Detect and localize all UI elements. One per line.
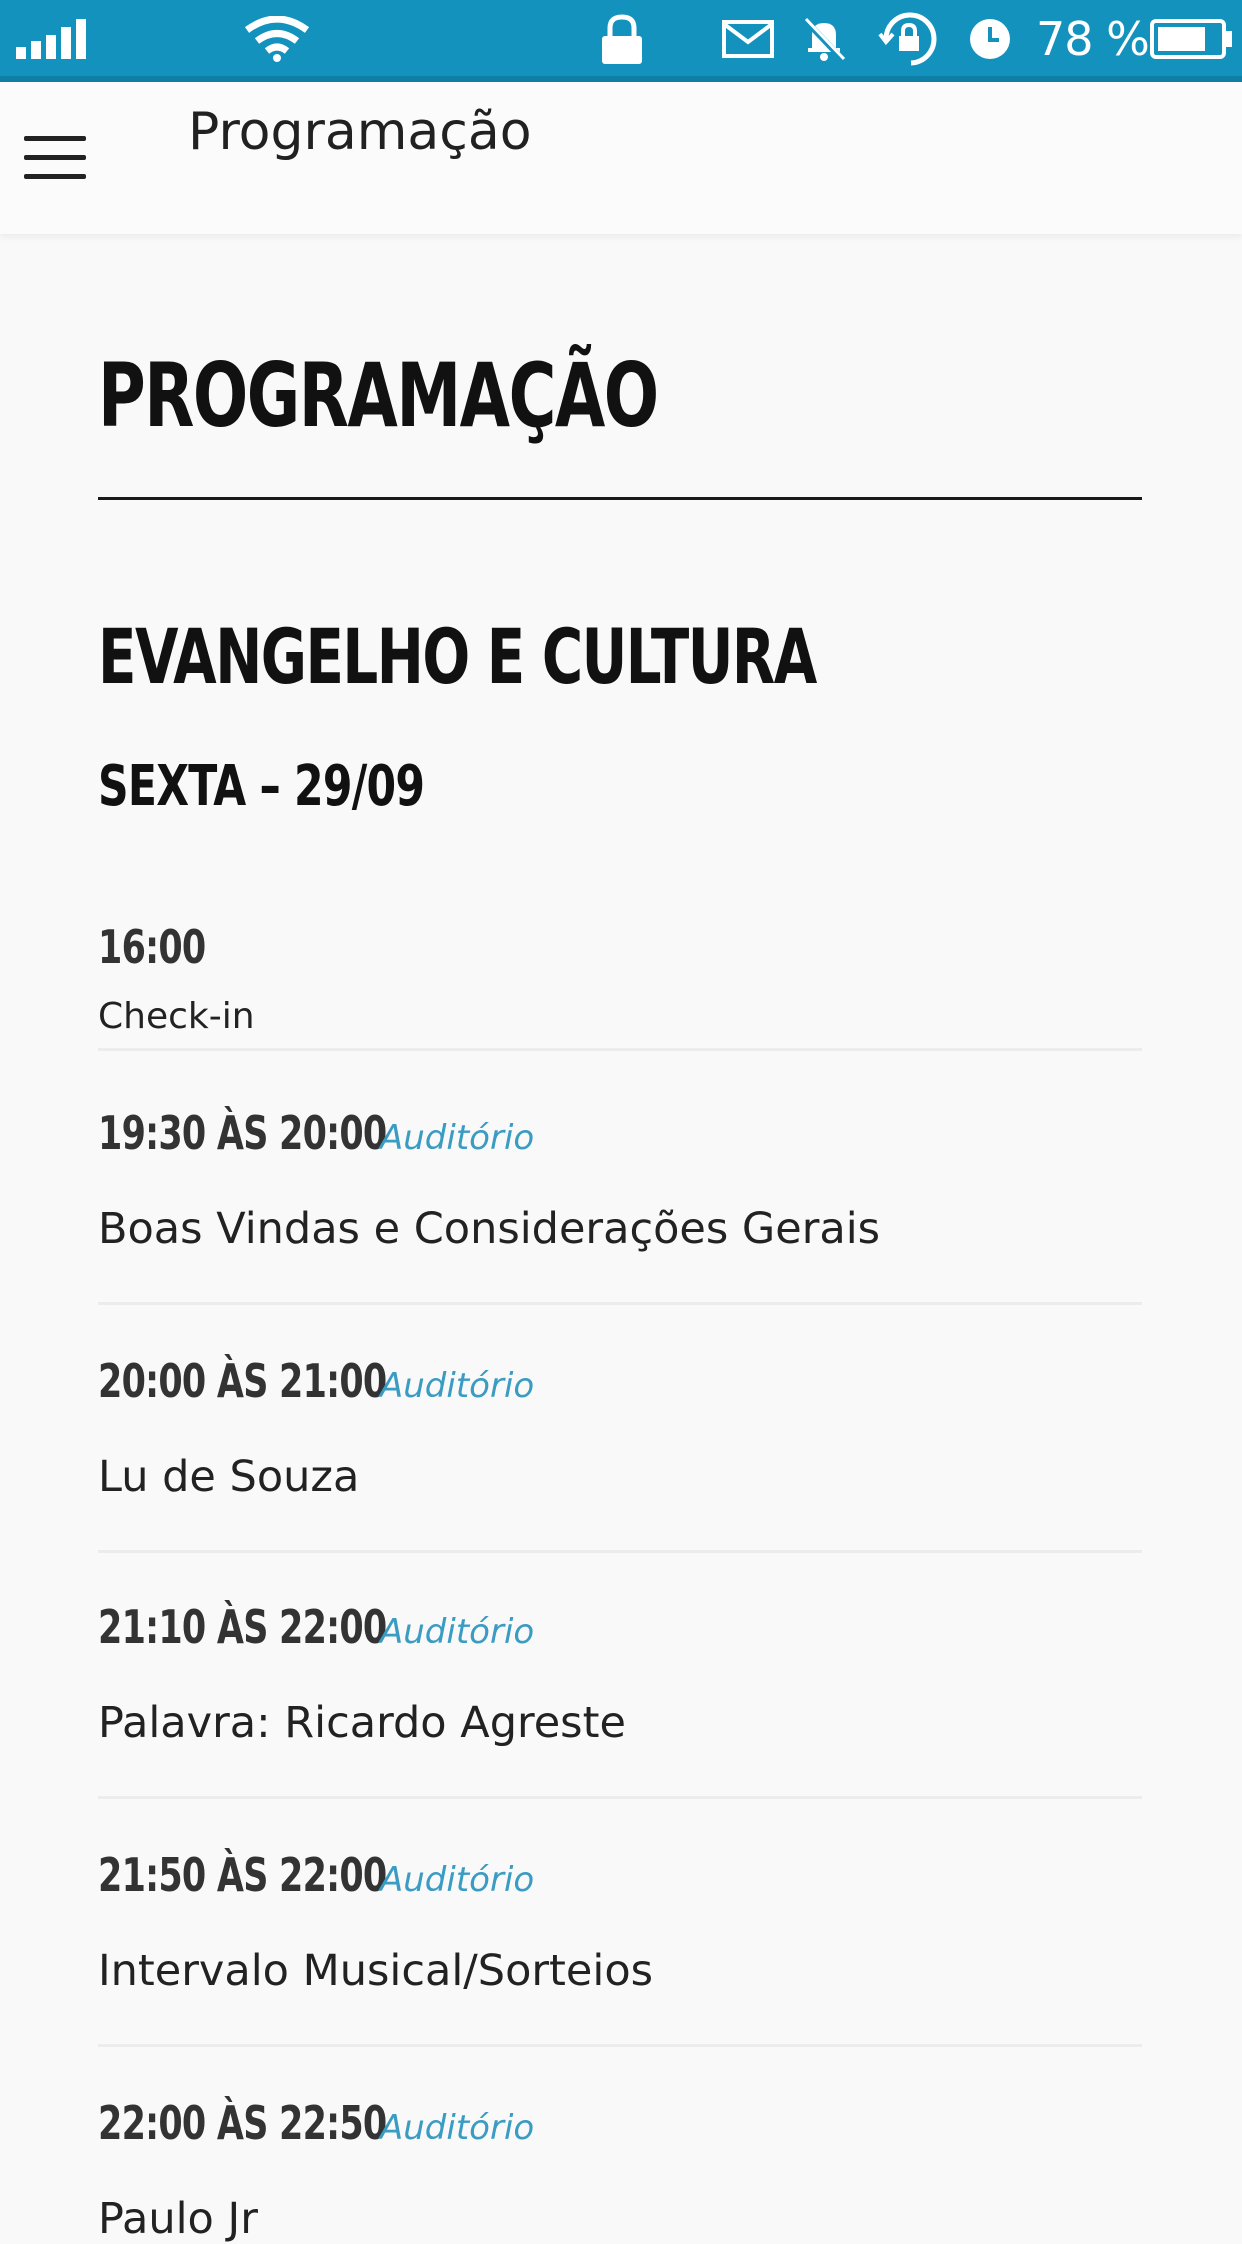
event-time: 19:30 ÀS 20:00 <box>98 1106 387 1160</box>
signal-icon <box>16 0 92 78</box>
event-description: Palavra: Ricardo Agreste <box>98 1698 626 1748</box>
rotation-lock-icon <box>878 0 944 78</box>
item-divider <box>98 2044 1142 2047</box>
heading-divider <box>98 497 1142 500</box>
day-title: SEXTA – 29/09 <box>98 754 425 819</box>
alarm-icon <box>968 0 1012 78</box>
bell-off-icon <box>800 0 848 78</box>
item-divider <box>98 1796 1142 1799</box>
app-bar-title: Programação <box>188 102 532 162</box>
event-description: Lu de Souza <box>98 1452 360 1502</box>
item-divider <box>98 1550 1142 1553</box>
event-location-link[interactable]: Auditório <box>380 1366 534 1406</box>
event-description: Boas Vindas e Considerações Gerais <box>98 1204 881 1254</box>
event-location-link[interactable]: Auditório <box>380 1860 534 1900</box>
event-time: 20:00 ÀS 21:00 <box>98 1354 387 1408</box>
event-time: 16:00 <box>98 920 206 974</box>
page-heading: PROGRAMAÇÃO <box>98 344 659 447</box>
section-title: EVANGELHO E CULTURA <box>98 612 817 701</box>
event-time: 21:50 ÀS 22:00 <box>98 1848 387 1902</box>
app-bar: Programação <box>0 82 1242 234</box>
lock-icon <box>600 0 644 78</box>
event-time: 21:10 ÀS 22:00 <box>98 1600 387 1654</box>
battery-icon <box>1150 0 1234 78</box>
mail-icon <box>722 0 774 78</box>
event-description: Intervalo Musical/Sorteios <box>98 1946 654 1996</box>
event-time: 22:00 ÀS 22:50 <box>98 2096 387 2150</box>
event-location-link[interactable]: Auditório <box>380 1118 534 1158</box>
hamburger-menu-icon[interactable] <box>16 128 86 188</box>
status-bar: 78 % <box>0 0 1242 82</box>
event-description: Paulo Jr <box>98 2194 258 2244</box>
item-divider <box>98 1048 1142 1051</box>
event-location-link[interactable]: Auditório <box>380 2108 534 2148</box>
item-divider <box>98 1302 1142 1305</box>
event-location-link[interactable]: Auditório <box>380 1612 534 1652</box>
event-description: Check-in <box>98 996 255 1037</box>
battery-percent: 78 % <box>1036 12 1150 66</box>
wifi-icon <box>244 0 310 78</box>
